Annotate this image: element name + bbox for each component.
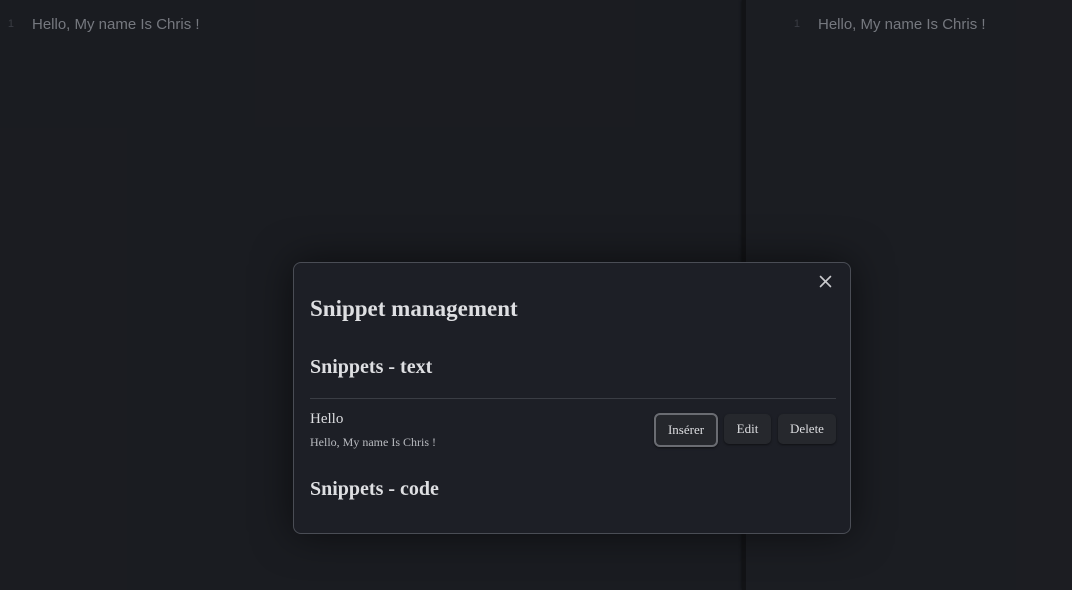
snippet-management-modal: Snippet management Snippets - text Hello… <box>293 262 851 534</box>
snippet-name: Hello <box>310 411 344 427</box>
snippet-item: Hello Hello, My name Is Chris ! Insérer … <box>310 409 836 453</box>
section-title-code-snippets: Snippets - code <box>310 478 439 500</box>
insert-button[interactable]: Insérer <box>654 413 718 447</box>
modal-title: Snippet management <box>310 296 518 321</box>
snippet-preview: Hello, My name Is Chris ! <box>310 435 436 449</box>
divider <box>310 398 836 399</box>
section-title-text-snippets: Snippets - text <box>310 356 433 378</box>
close-icon <box>819 275 831 287</box>
edit-button[interactable]: Edit <box>724 414 771 444</box>
close-button[interactable] <box>816 272 834 290</box>
delete-button[interactable]: Delete <box>778 414 836 444</box>
